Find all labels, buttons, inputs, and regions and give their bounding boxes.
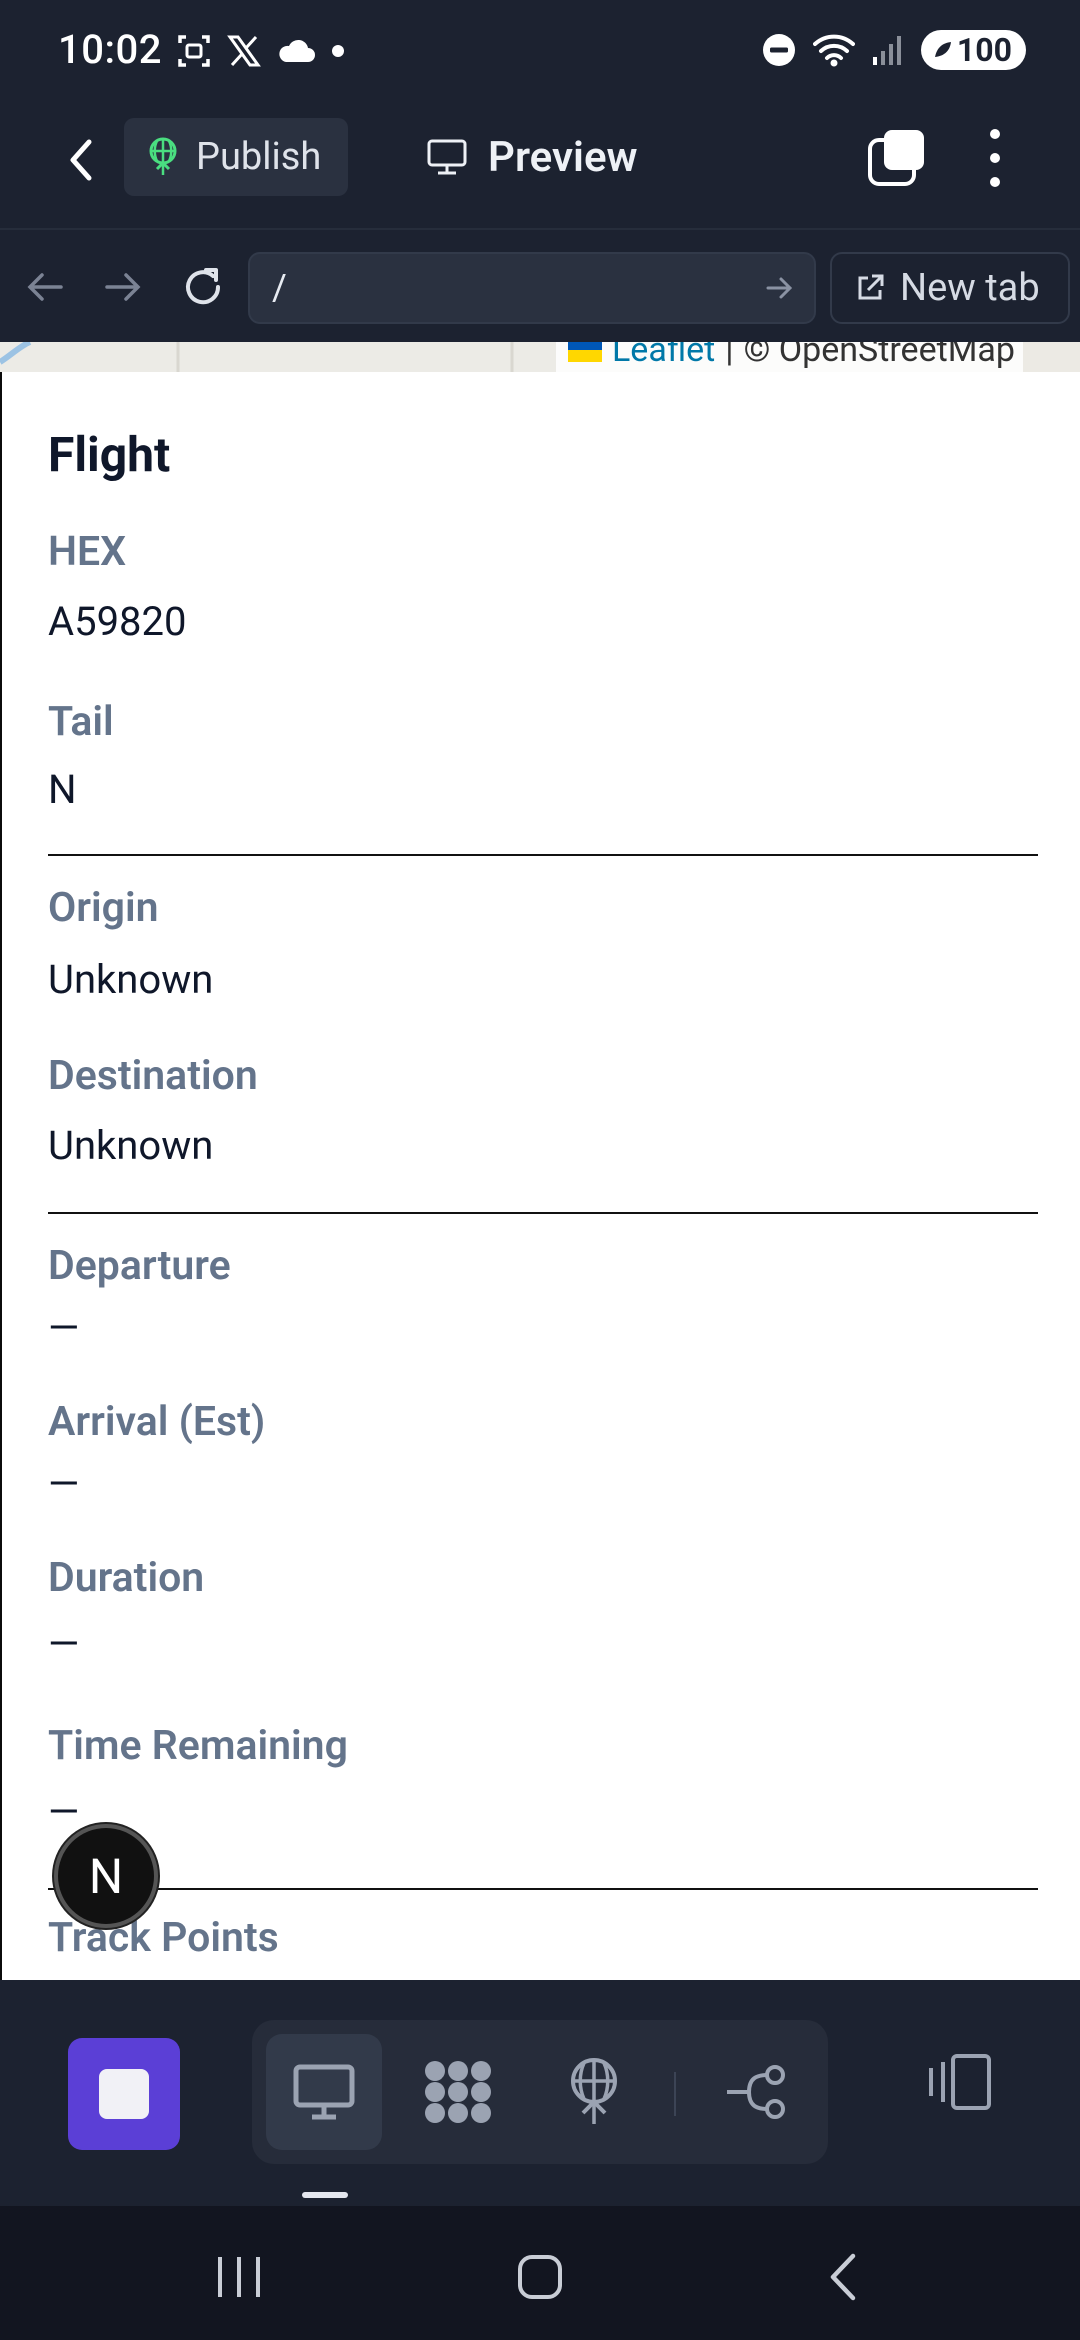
reload-icon <box>186 268 221 305</box>
go-arrow-icon[interactable] <box>764 272 796 304</box>
cloud-icon <box>279 39 315 62</box>
bottom-toolbar <box>0 1980 1080 2206</box>
attribution-separator: | <box>725 342 734 370</box>
status-icons-right: 100 <box>761 28 1026 72</box>
desktop-icon <box>293 2064 355 2120</box>
home-icon <box>518 2255 562 2299</box>
app-toolbar: Publish Preview <box>0 100 1080 228</box>
nav-forward-button[interactable] <box>98 262 148 312</box>
map-attribution: Leaflet | © OpenStreetMap <box>556 342 1024 372</box>
dot-icon <box>332 45 344 57</box>
publish-button[interactable]: Publish <box>124 118 348 196</box>
preview-label: Preview <box>488 132 638 182</box>
dnd-icon <box>762 34 795 66</box>
origin-value: Unknown <box>48 956 214 1003</box>
badge-letter: N <box>88 1847 124 1905</box>
arrow-right-icon <box>105 273 141 301</box>
panel-title: Flight <box>48 426 171 483</box>
publish-icon <box>571 2058 617 2124</box>
panel-toggle-button[interactable] <box>918 2042 998 2122</box>
battery-level: 100 <box>956 31 1012 69</box>
departure-value: — <box>48 1304 80 1351</box>
system-navigation-bar <box>0 2206 1080 2340</box>
recent-apps-icon <box>218 2257 260 2297</box>
battery-saver-icon <box>934 42 951 57</box>
wifi-icon <box>812 34 855 67</box>
tail-value: N <box>48 766 77 813</box>
home-button[interactable] <box>505 2242 575 2312</box>
apps-icon <box>425 2061 491 2123</box>
desktop-view-button[interactable] <box>266 2034 382 2150</box>
duration-value: — <box>48 1620 80 1667</box>
duration-label: Duration <box>48 1554 205 1602</box>
origin-label: Origin <box>48 884 159 932</box>
workflow-button[interactable] <box>698 2034 814 2150</box>
x-icon <box>227 35 261 67</box>
workflow-icon <box>727 2065 785 2119</box>
stop-icon <box>99 2069 149 2119</box>
apps-button[interactable] <box>400 2034 516 2150</box>
back-button[interactable] <box>52 130 112 190</box>
flight-info-panel: Flight HEX A59820 Tail N Origin Unknown … <box>0 372 1080 1980</box>
status-time: 10:02 <box>58 26 162 73</box>
deploy-button[interactable] <box>536 2034 652 2150</box>
preview-area: Leaflet | © OpenStreetMap Flight HEX A59… <box>0 342 1080 1980</box>
url-input[interactable]: / <box>248 252 816 324</box>
more-menu-button[interactable] <box>970 126 1020 190</box>
url-bar-row: / New tab <box>0 228 1080 342</box>
map-strip[interactable]: Leaflet | © OpenStreetMap <box>0 342 1080 372</box>
signal-icon <box>872 36 901 65</box>
system-back-button[interactable] <box>808 2242 878 2312</box>
reload-button[interactable] <box>178 262 228 312</box>
battery-indicator: 100 <box>920 30 1026 70</box>
destination-value: Unknown <box>48 1122 214 1169</box>
monitor-icon <box>427 139 467 175</box>
publish-label: Publish <box>196 135 322 179</box>
panel-toggle-icon <box>929 2054 991 2110</box>
hex-value: A59820 <box>48 598 187 645</box>
windows-icon <box>868 130 924 186</box>
active-tab-indicator <box>302 2192 348 2198</box>
time-remaining-label: Time Remaining <box>48 1722 348 1770</box>
stop-button[interactable] <box>68 2038 180 2150</box>
nav-back-button[interactable] <box>20 262 70 312</box>
map-tiles <box>0 342 560 372</box>
windows-button[interactable] <box>866 128 926 188</box>
tab-preview[interactable]: Preview <box>426 118 638 196</box>
publish-icon <box>149 137 177 175</box>
recent-apps-button[interactable] <box>204 2242 274 2312</box>
leaflet-link[interactable]: Leaflet <box>612 342 715 370</box>
ukraine-flag-icon <box>568 342 602 362</box>
arrow-left-icon <box>27 273 63 301</box>
departure-label: Departure <box>48 1242 231 1290</box>
divider <box>48 854 1038 856</box>
nextjs-dev-badge[interactable]: N <box>54 1824 158 1928</box>
back-icon <box>830 2253 856 2301</box>
arrival-label: Arrival (Est) <box>48 1398 266 1446</box>
divider <box>48 1212 1038 1214</box>
more-vertical-icon <box>990 129 1000 187</box>
external-link-icon <box>858 274 884 300</box>
divider <box>48 1888 1038 1890</box>
status-bar: 10:02 100 <box>0 0 1080 100</box>
tail-label: Tail <box>48 698 114 746</box>
status-icons-left <box>176 30 346 72</box>
chevron-left-icon <box>70 139 92 181</box>
new-tab-label: New tab <box>900 266 1040 310</box>
time-remaining-value: — <box>48 1788 80 1835</box>
tool-separator <box>674 2072 676 2116</box>
new-tab-button[interactable]: New tab <box>830 252 1070 324</box>
url-value: / <box>272 267 287 309</box>
arrival-value: — <box>48 1460 80 1507</box>
hex-label: HEX <box>48 528 127 576</box>
screenshot-icon <box>178 35 210 67</box>
tool-group <box>252 2020 828 2164</box>
osm-attribution[interactable]: © OpenStreetMap <box>744 342 1015 370</box>
destination-label: Destination <box>48 1052 258 1100</box>
